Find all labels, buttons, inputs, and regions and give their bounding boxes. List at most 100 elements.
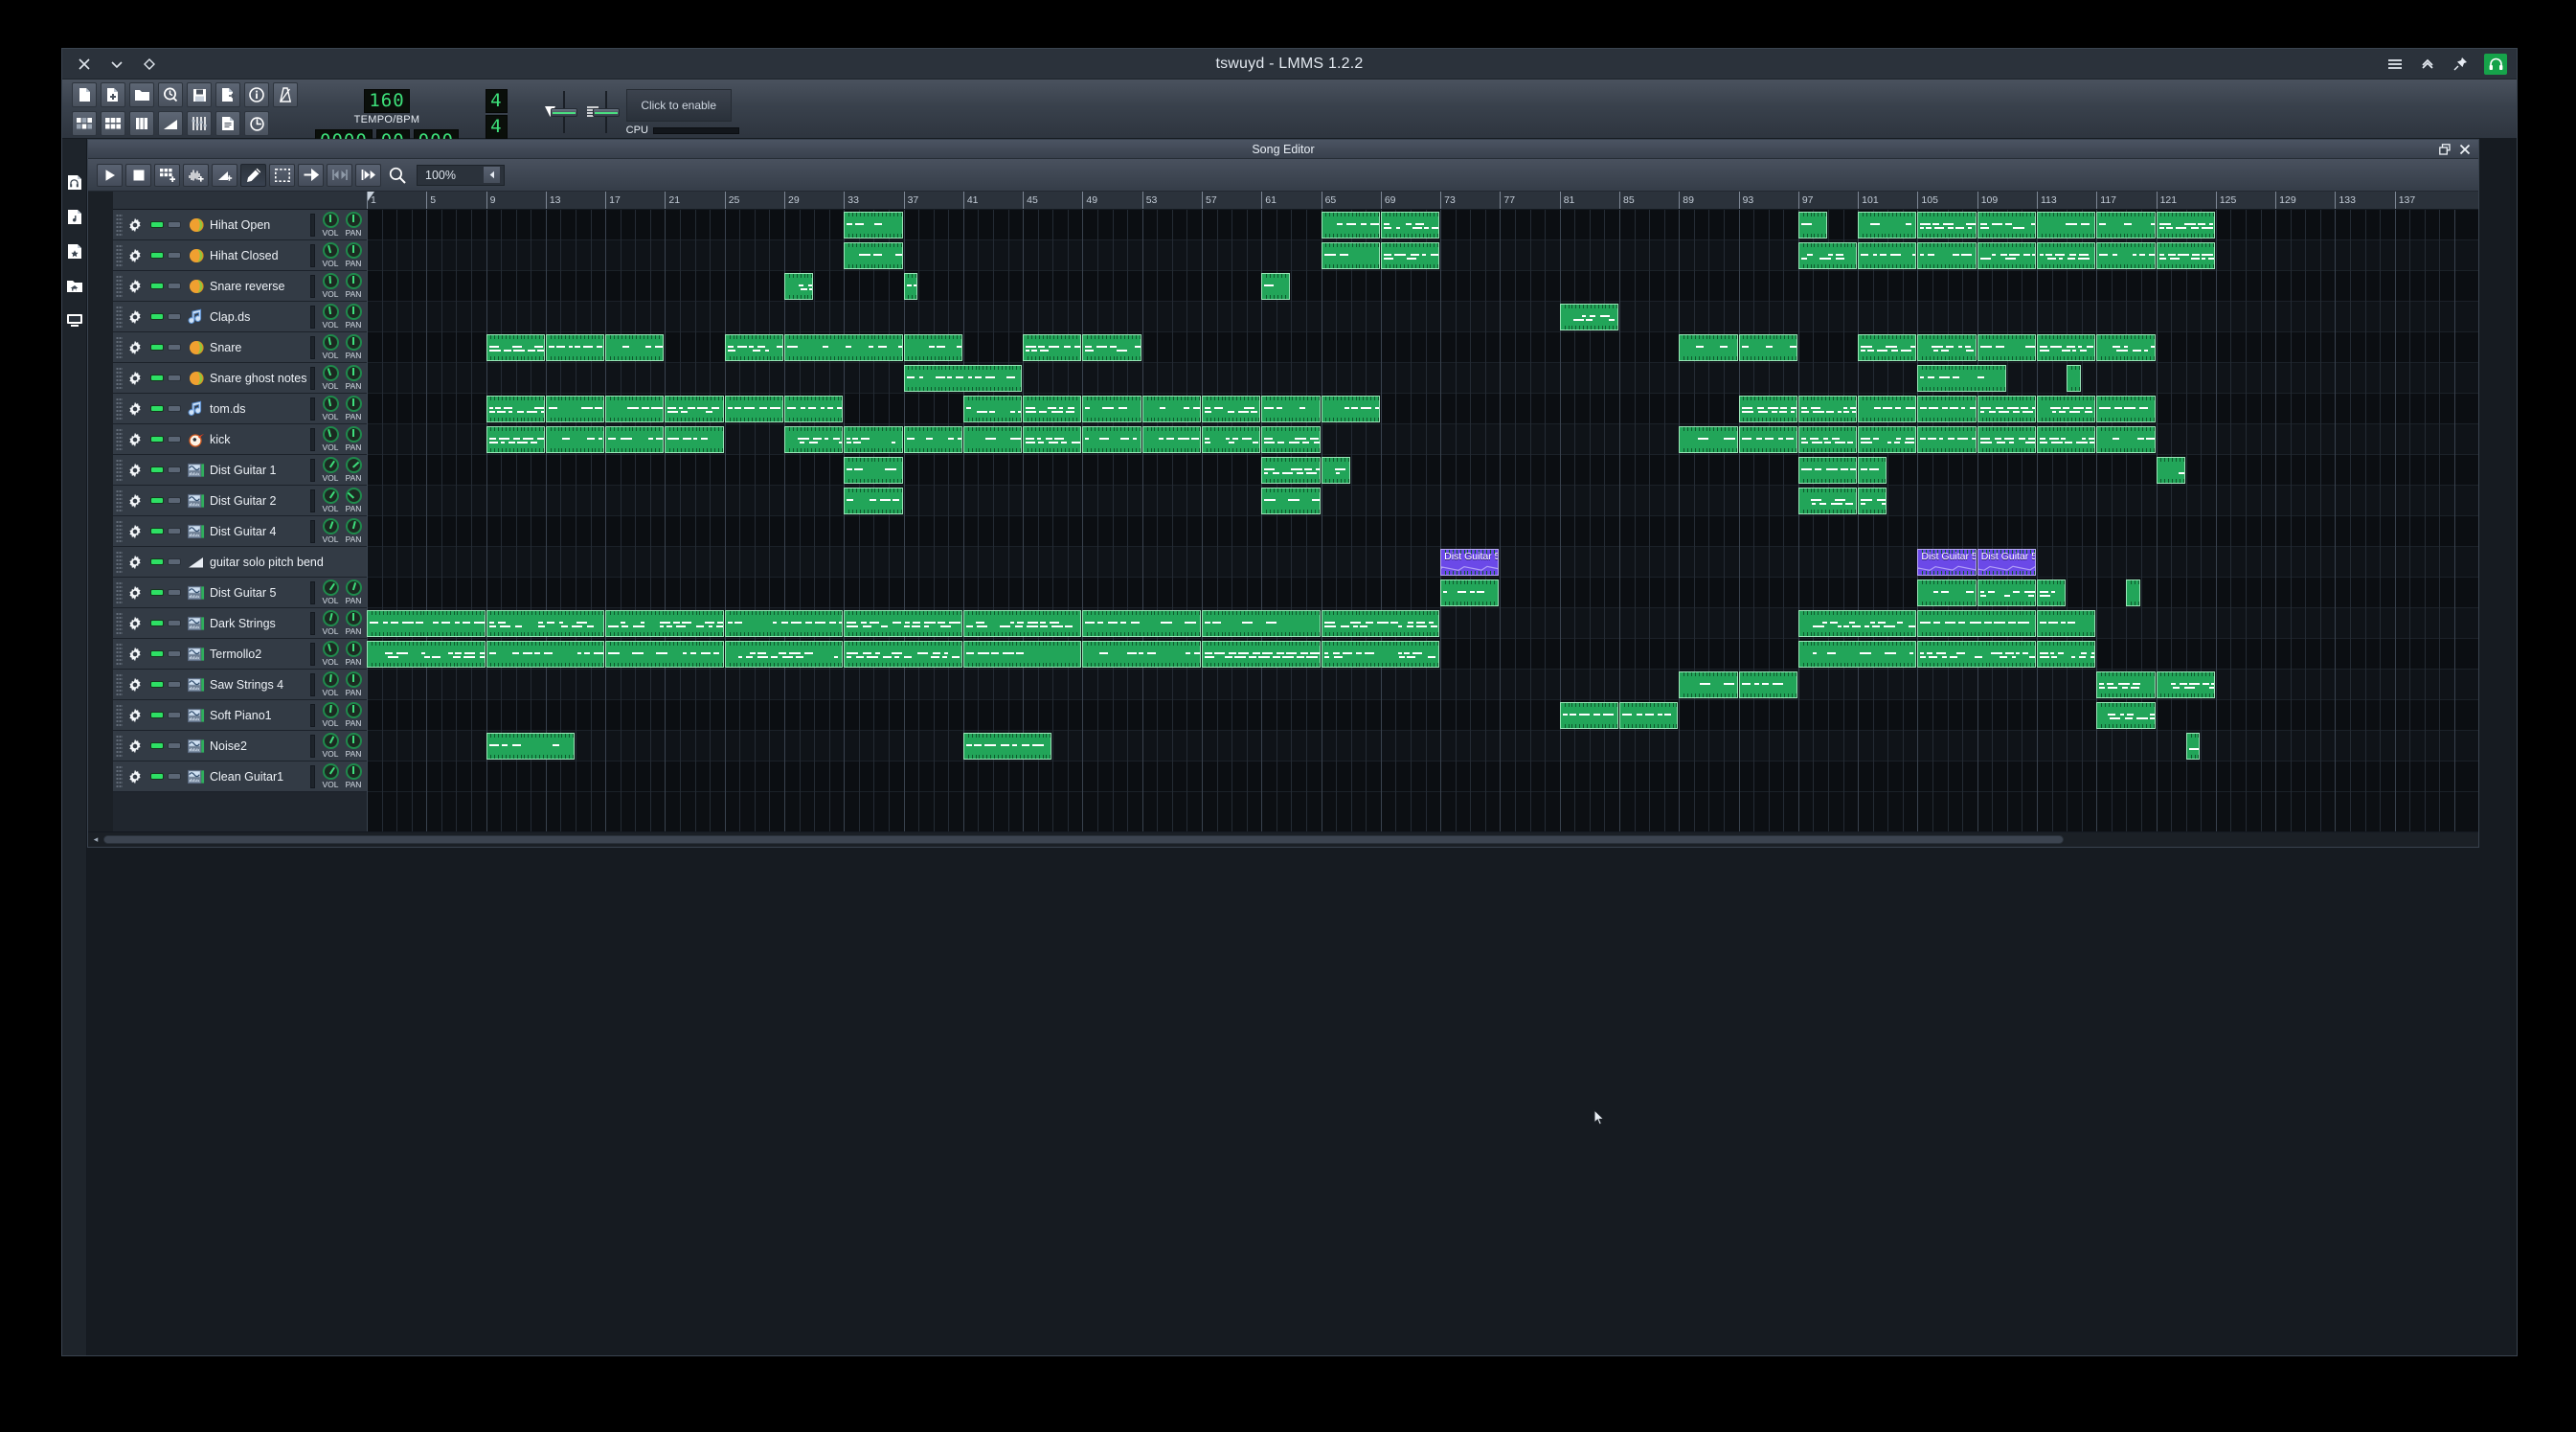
- track-mute-led[interactable]: [150, 375, 164, 381]
- pan-knob-unit[interactable]: PAN: [342, 518, 365, 544]
- track-row[interactable]: Termollo2 VOL PAN: [113, 639, 367, 670]
- project-recently-opened-button[interactable]: [158, 82, 183, 107]
- automation-clip[interactable]: Dist Guitar 5>Pitch: [1977, 549, 2036, 576]
- track-row[interactable]: Clean Guitar1 VOL PAN: [113, 761, 367, 792]
- track-mute-led[interactable]: [150, 252, 164, 259]
- song-editor-horizontal-scrollbar[interactable]: ◂: [88, 831, 2478, 847]
- volume-knob-unit[interactable]: VOL: [319, 457, 342, 483]
- track-volume-bar[interactable]: [310, 734, 315, 758]
- track-row[interactable]: Snare VOL PAN: [113, 332, 367, 363]
- track-mute-led[interactable]: [150, 221, 164, 228]
- pattern-clip[interactable]: [903, 426, 962, 453]
- pan-knob-unit[interactable]: PAN: [342, 488, 365, 513]
- track-lane[interactable]: [367, 332, 2478, 363]
- track-settings-gear-icon[interactable]: [126, 308, 143, 325]
- pan-knob[interactable]: [345, 457, 362, 473]
- track-solo-led[interactable]: [168, 497, 181, 504]
- track-row[interactable]: Noise2 VOL PAN: [113, 731, 367, 761]
- track-mute-led[interactable]: [150, 466, 164, 473]
- time-sig-denominator[interactable]: 4: [486, 115, 508, 139]
- pattern-clip[interactable]: [2096, 212, 2156, 239]
- pattern-clip[interactable]: [2037, 610, 2096, 637]
- track-settings-gear-icon[interactable]: [126, 554, 143, 570]
- pattern-clip[interactable]: [1380, 242, 1440, 269]
- track-lane[interactable]: [367, 516, 2478, 547]
- pattern-clip[interactable]: [545, 334, 605, 361]
- track-volume-bar[interactable]: [310, 489, 315, 512]
- pattern-clip[interactable]: [1797, 488, 1858, 514]
- pattern-clip[interactable]: [1977, 580, 2036, 606]
- pattern-clip[interactable]: [1917, 580, 1977, 606]
- pattern-clip[interactable]: [367, 610, 486, 637]
- show-fx-mixer-button[interactable]: [187, 111, 212, 136]
- pattern-clip[interactable]: [1917, 610, 2036, 637]
- time-sig-numerator[interactable]: 4: [486, 89, 508, 113]
- pan-knob-unit[interactable]: PAN: [342, 702, 365, 728]
- track-settings-gear-icon[interactable]: [126, 339, 143, 355]
- track-volume-bar[interactable]: [310, 672, 315, 696]
- project-new-from-template-button[interactable]: [101, 82, 125, 107]
- track-mute-led[interactable]: [150, 405, 164, 412]
- pattern-clip[interactable]: [903, 365, 1023, 392]
- track-drag-handle[interactable]: [116, 305, 123, 329]
- pattern-clip[interactable]: [1917, 242, 1977, 269]
- track-volume-bar[interactable]: [310, 458, 315, 482]
- track-lane[interactable]: [367, 578, 2478, 608]
- track-mute-led[interactable]: [150, 773, 164, 780]
- pattern-clip[interactable]: [962, 733, 1052, 760]
- track-lane[interactable]: [367, 363, 2478, 394]
- pan-knob[interactable]: [345, 610, 362, 626]
- track-drag-handle[interactable]: [116, 580, 123, 604]
- pattern-clip[interactable]: [844, 488, 903, 514]
- track-drag-handle[interactable]: [116, 243, 123, 267]
- pattern-clip[interactable]: [1858, 457, 1887, 484]
- pattern-clip[interactable]: [1858, 242, 1917, 269]
- pattern-clip[interactable]: [784, 273, 814, 300]
- track-solo-led[interactable]: [168, 375, 181, 381]
- pattern-clip[interactable]: [1797, 610, 1917, 637]
- select-mode-button[interactable]: [269, 163, 295, 187]
- pattern-clip[interactable]: [844, 242, 903, 269]
- pattern-clip[interactable]: [1619, 702, 1679, 729]
- track-drag-handle[interactable]: [116, 734, 123, 758]
- pattern-clip[interactable]: [1679, 426, 1738, 453]
- track-settings-gear-icon[interactable]: [126, 646, 143, 662]
- volume-knob-unit[interactable]: VOL: [319, 242, 342, 268]
- track-lane[interactable]: [367, 547, 2478, 578]
- pattern-clip[interactable]: [1202, 641, 1321, 668]
- volume-knob[interactable]: [322, 702, 339, 718]
- pan-knob-unit[interactable]: PAN: [342, 763, 365, 789]
- pan-knob-unit[interactable]: PAN: [342, 273, 365, 299]
- track-settings-gear-icon[interactable]: [126, 216, 143, 233]
- track-solo-led[interactable]: [168, 558, 181, 565]
- pattern-clip[interactable]: [2037, 641, 2096, 668]
- tempo-value[interactable]: 160: [364, 89, 410, 113]
- pattern-clip[interactable]: [784, 334, 903, 361]
- pattern-clip[interactable]: [844, 426, 903, 453]
- master-pitch-track[interactable]: [592, 90, 620, 133]
- track-row[interactable]: Saw Strings 4 VOL PAN: [113, 670, 367, 700]
- pattern-clip[interactable]: [1858, 334, 1917, 361]
- pattern-clip[interactable]: [1141, 396, 1201, 422]
- track-lane[interactable]: [367, 731, 2478, 761]
- track-lane[interactable]: [367, 761, 2478, 792]
- root-directory-icon[interactable]: [66, 311, 83, 329]
- pan-knob-unit[interactable]: PAN: [342, 457, 365, 483]
- volume-knob-unit[interactable]: VOL: [319, 212, 342, 238]
- pattern-clip[interactable]: [545, 396, 605, 422]
- pattern-clip[interactable]: [1559, 304, 1618, 330]
- track-drag-handle[interactable]: [116, 703, 123, 727]
- volume-knob-unit[interactable]: VOL: [319, 273, 342, 299]
- track-row[interactable]: Snare ghost notes VOL PAN: [113, 363, 367, 394]
- pattern-clip[interactable]: [1679, 671, 1738, 698]
- pan-knob[interactable]: [345, 242, 362, 259]
- master-volume-track[interactable]: [550, 90, 577, 133]
- track-solo-led[interactable]: [168, 405, 181, 412]
- track-volume-bar[interactable]: [310, 366, 315, 390]
- pattern-clip[interactable]: [903, 334, 962, 361]
- pattern-clip[interactable]: [1261, 396, 1321, 422]
- track-solo-led[interactable]: [168, 528, 181, 534]
- minimize-chevron-icon[interactable]: [108, 56, 125, 73]
- pattern-clip[interactable]: [1797, 242, 1858, 269]
- track-settings-gear-icon[interactable]: [126, 400, 143, 417]
